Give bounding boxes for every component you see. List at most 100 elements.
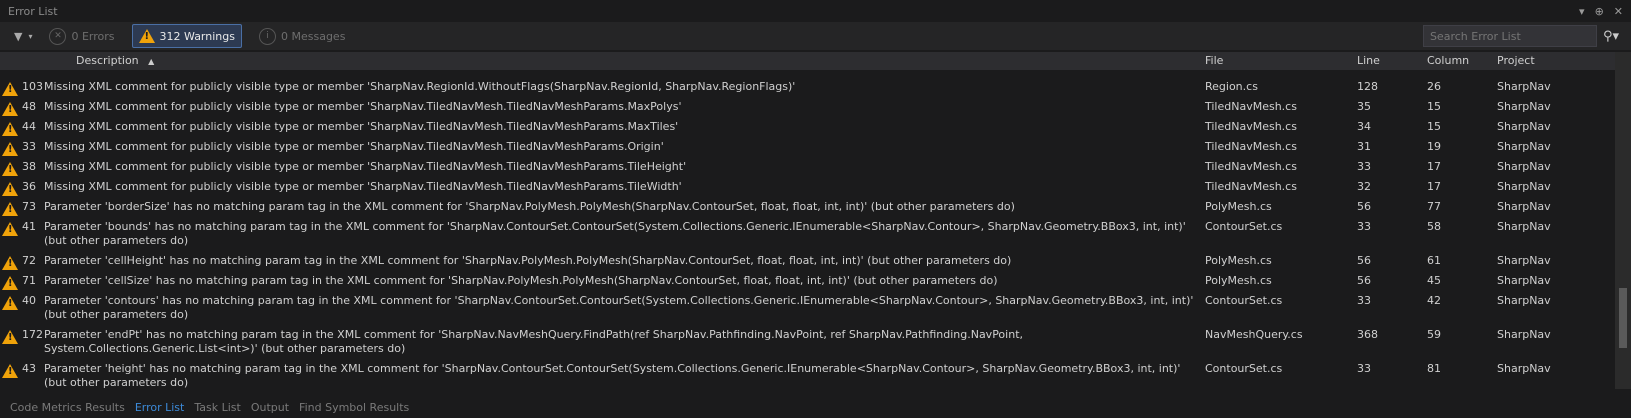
row-line: 33 — [1357, 294, 1371, 307]
row-project: SharpNav — [1497, 140, 1551, 153]
row-column: 77 — [1427, 200, 1441, 213]
bottom-tab-strip: Code Metrics Results Error List Task Lis… — [0, 396, 1631, 418]
error-icon: ✕ — [49, 27, 67, 45]
row-line: 32 — [1357, 180, 1371, 193]
row-number: 172 — [22, 328, 43, 341]
column-header-column[interactable]: Column — [1427, 54, 1469, 67]
row-number: 33 — [22, 140, 36, 153]
row-line: 33 — [1357, 220, 1371, 233]
error-list-toolbar: ▼ ▾ ✕ 0 Errors 312 Warnings i 0 Messages… — [0, 22, 1631, 50]
row-project: SharpNav — [1497, 362, 1551, 375]
row-column: 45 — [1427, 274, 1441, 287]
row-number: 71 — [22, 274, 36, 287]
row-column: 15 — [1427, 100, 1441, 113]
row-description: Parameter 'cellHeight' has no matching p… — [44, 254, 1012, 267]
row-column: 81 — [1427, 362, 1441, 375]
row-file: TiledNavMesh.cs — [1205, 100, 1297, 113]
row-description: Parameter 'cellSize' has no matching par… — [44, 274, 998, 287]
row-number: 73 — [22, 200, 36, 213]
row-project: SharpNav — [1497, 254, 1551, 267]
row-column: 42 — [1427, 294, 1441, 307]
info-icon: i — [258, 27, 276, 45]
vertical-scrollbar[interactable] — [1615, 52, 1631, 389]
row-line: 34 — [1357, 120, 1371, 133]
row-project: SharpNav — [1497, 294, 1551, 307]
row-description: Parameter 'contours' has no matching par… — [44, 294, 1194, 321]
row-description: Parameter 'bounds' has no matching param… — [44, 220, 1186, 247]
row-line: 368 — [1357, 328, 1378, 341]
scrollbar-thumb[interactable] — [1619, 288, 1627, 348]
row-file: PolyMesh.cs — [1205, 200, 1272, 213]
filter-button[interactable]: ▼ ▾ — [14, 30, 32, 43]
warning-icon — [2, 364, 18, 378]
title-bar: Error List ▾ ⊕ ✕ — [0, 0, 1631, 22]
warning-icon — [2, 142, 18, 156]
messages-filter-button[interactable]: i 0 Messages — [252, 24, 352, 48]
row-number: 43 — [22, 362, 36, 375]
row-description: Missing XML comment for publicly visible… — [44, 160, 687, 173]
row-project: SharpNav — [1497, 220, 1551, 233]
row-file: ContourSet.cs — [1205, 220, 1283, 233]
messages-label: 0 Messages — [280, 29, 346, 43]
row-description: Parameter 'borderSize' has no matching p… — [44, 200, 1015, 213]
row-number: 48 — [22, 100, 36, 113]
row-column: 17 — [1427, 180, 1441, 193]
close-icon[interactable]: ✕ — [1614, 5, 1623, 18]
row-file: TiledNavMesh.cs — [1205, 160, 1297, 173]
column-header-line[interactable]: Line — [1357, 54, 1380, 67]
tab-code-metrics-results[interactable]: Code Metrics Results — [10, 401, 125, 414]
row-description: Missing XML comment for publicly visible… — [44, 80, 796, 93]
row-project: SharpNav — [1497, 100, 1551, 113]
row-project: SharpNav — [1497, 180, 1551, 193]
row-description: Missing XML comment for publicly visible… — [44, 140, 664, 153]
dropdown-icon[interactable]: ▾ — [1579, 5, 1585, 18]
tab-output[interactable]: Output — [251, 401, 289, 414]
column-header-project[interactable]: Project — [1497, 54, 1535, 67]
row-number: 38 — [22, 160, 36, 173]
warnings-label: 312 Warnings — [159, 29, 235, 43]
filter-icon: ▼ — [14, 29, 23, 43]
search-input[interactable] — [1422, 25, 1597, 47]
row-project: SharpNav — [1497, 80, 1551, 93]
row-line: 56 — [1357, 274, 1371, 287]
row-project: SharpNav — [1497, 274, 1551, 287]
row-project: SharpNav — [1497, 160, 1551, 173]
column-header-description[interactable]: Description ▲ — [76, 54, 154, 67]
column-header-file[interactable]: File — [1205, 54, 1223, 67]
row-file: NavMeshQuery.cs — [1205, 328, 1303, 341]
column-header: Description ▲ File Line Column Project — [0, 52, 1615, 70]
row-number: 36 — [22, 180, 36, 193]
row-project: SharpNav — [1497, 200, 1551, 213]
row-line: 31 — [1357, 140, 1371, 153]
row-line: 33 — [1357, 362, 1371, 375]
row-number: 72 — [22, 254, 36, 267]
search-icon[interactable]: ⚲▾ — [1603, 29, 1619, 44]
warnings-filter-button[interactable]: 312 Warnings — [131, 24, 242, 48]
tab-find-symbol-results[interactable]: Find Symbol Results — [299, 401, 409, 414]
row-column: 26 — [1427, 80, 1441, 93]
row-project: SharpNav — [1497, 328, 1551, 341]
row-number: 103 — [22, 80, 43, 93]
row-file: PolyMesh.cs — [1205, 254, 1272, 267]
warning-icon — [2, 276, 18, 290]
window-buttons: ▾ ⊕ ✕ — [1579, 5, 1623, 18]
row-file: TiledNavMesh.cs — [1205, 180, 1297, 193]
row-column: 59 — [1427, 328, 1441, 341]
warning-icon — [2, 330, 18, 344]
pin-icon[interactable]: ⊕ — [1595, 5, 1604, 18]
row-line: 35 — [1357, 100, 1371, 113]
warning-icon — [2, 202, 18, 216]
warning-icon — [2, 222, 18, 236]
row-description: Parameter 'height' has no matching param… — [44, 362, 1181, 389]
row-file: Region.cs — [1205, 80, 1258, 93]
tab-task-list[interactable]: Task List — [194, 401, 240, 414]
tab-error-list[interactable]: Error List — [135, 401, 185, 414]
row-line: 33 — [1357, 160, 1371, 173]
errors-filter-button[interactable]: ✕ 0 Errors — [42, 24, 121, 48]
warning-icon — [2, 256, 18, 270]
warning-icon — [2, 162, 18, 176]
row-column: 17 — [1427, 160, 1441, 173]
row-line: 56 — [1357, 254, 1371, 267]
warning-icon — [2, 102, 18, 116]
warning-icon — [2, 122, 18, 136]
